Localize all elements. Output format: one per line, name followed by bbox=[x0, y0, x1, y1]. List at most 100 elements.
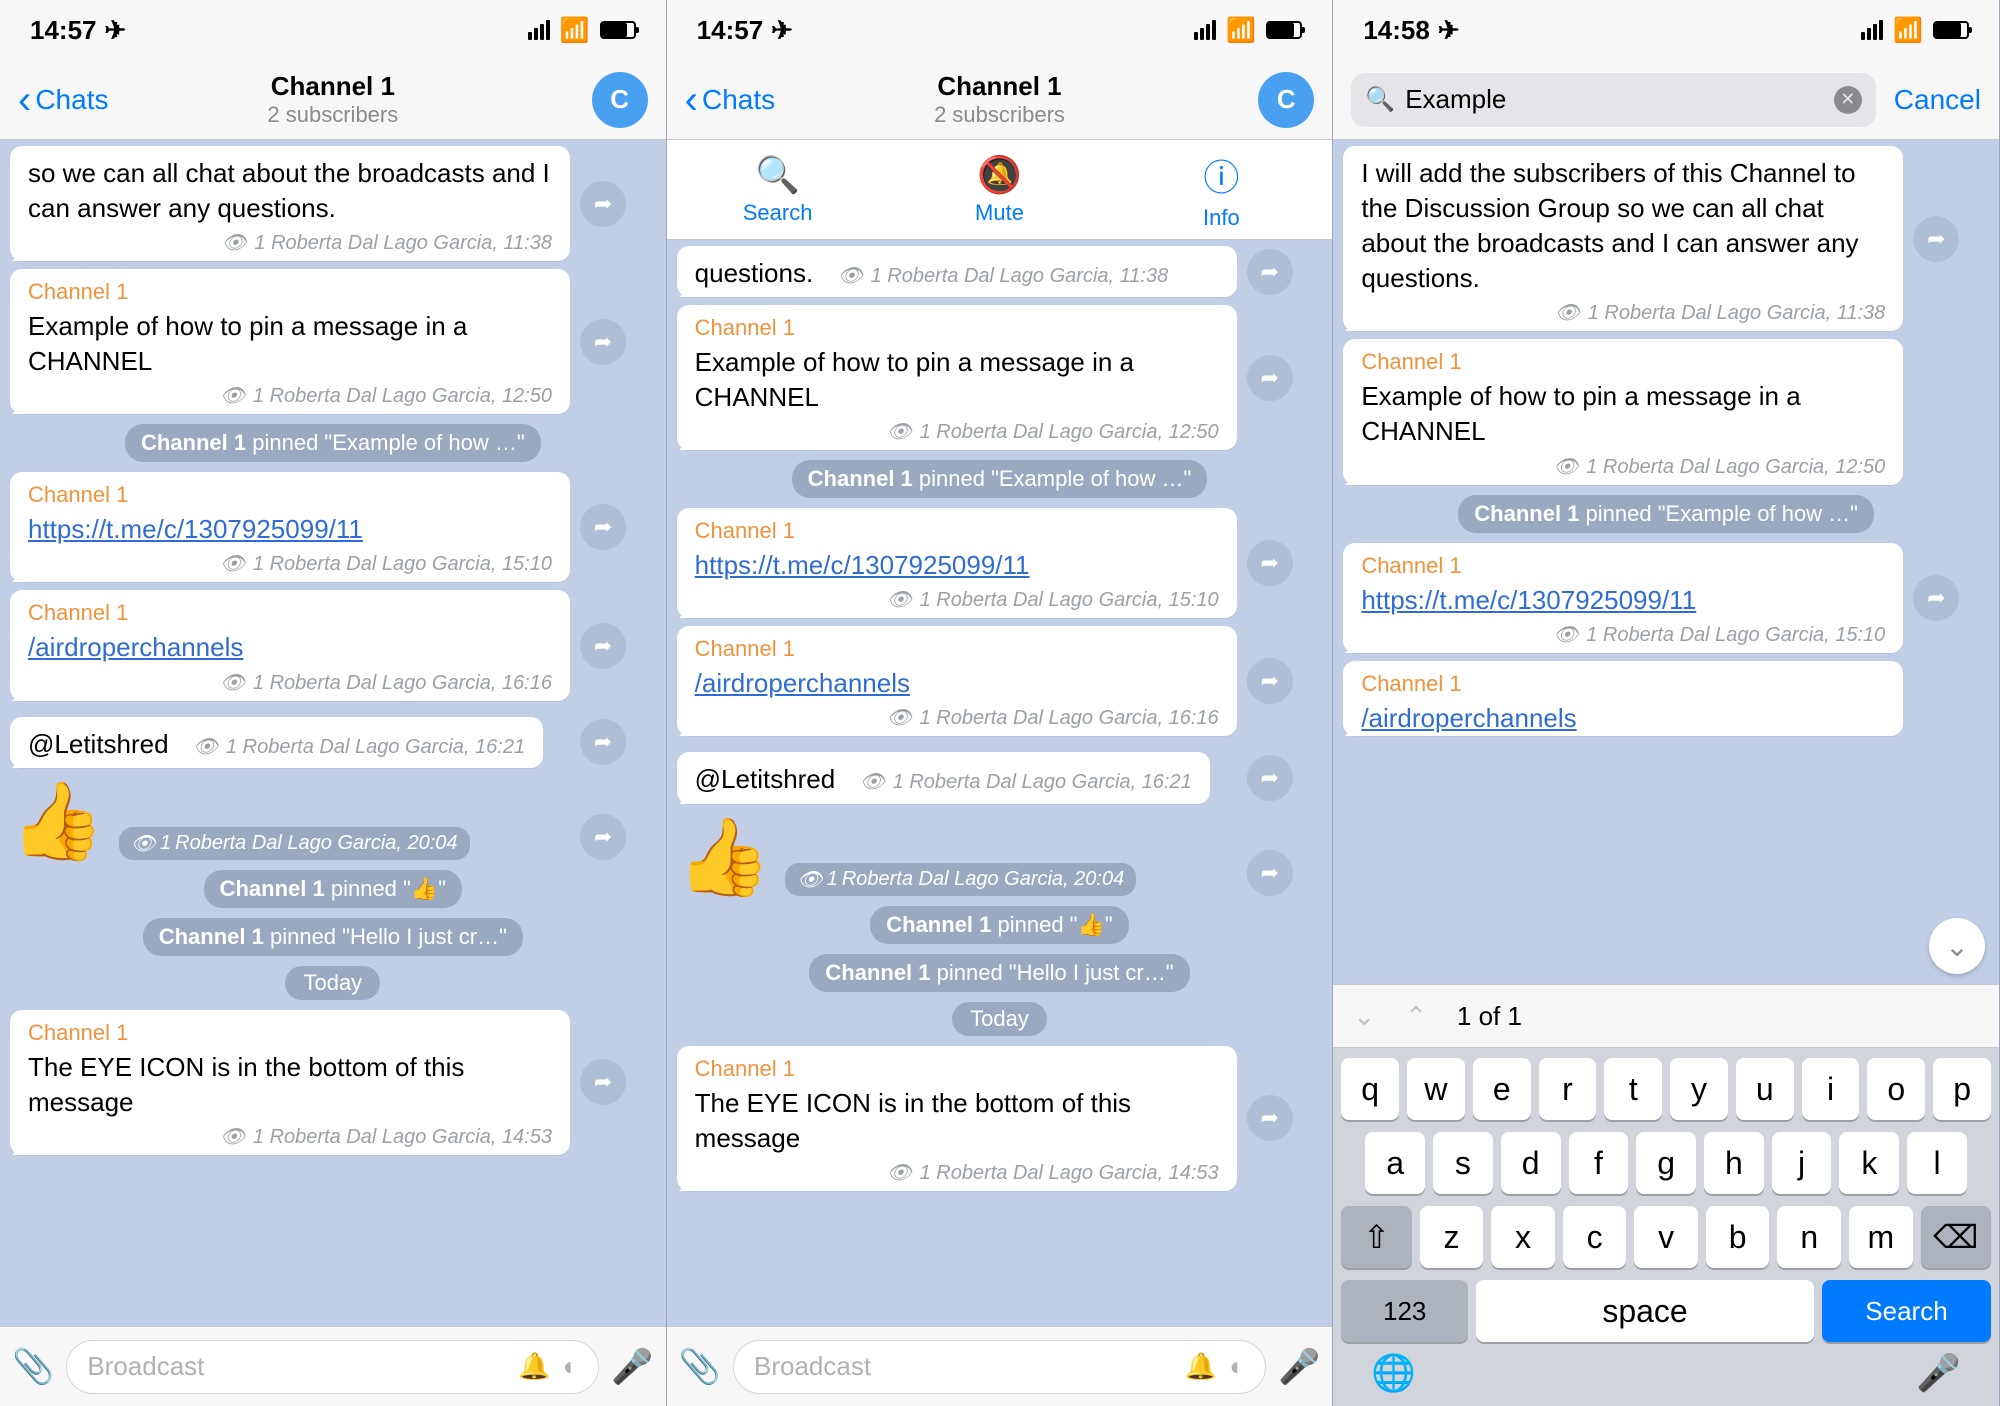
message-link[interactable]: https://t.me/c/1307925099/11 bbox=[28, 514, 363, 544]
share-button[interactable]: ➦ bbox=[580, 623, 626, 669]
chat-area[interactable]: I will add the subscribers of this Chann… bbox=[1333, 140, 1999, 984]
share-button[interactable]: ➦ bbox=[580, 181, 626, 227]
key-o[interactable]: o bbox=[1867, 1058, 1925, 1120]
message-link[interactable]: /airdroperchannels bbox=[1361, 703, 1576, 733]
share-button[interactable]: ➦ bbox=[1247, 1095, 1293, 1141]
compose-input[interactable]: Broadcast 🔔◐ bbox=[733, 1340, 1266, 1394]
key-u[interactable]: u bbox=[1736, 1058, 1794, 1120]
menu-info[interactable]: ⓘInfo bbox=[1110, 140, 1332, 239]
message[interactable]: Channel 1 Example of how to pin a messag… bbox=[10, 269, 570, 414]
numeric-key[interactable]: 123 bbox=[1341, 1280, 1468, 1342]
key-h[interactable]: h bbox=[1704, 1132, 1764, 1194]
key-q[interactable]: q bbox=[1341, 1058, 1399, 1120]
result-next-button[interactable]: ⌄ bbox=[1353, 1001, 1375, 1032]
attach-icon[interactable]: 📎 bbox=[12, 1347, 54, 1387]
message[interactable]: Channel 1 Example of how to pin a messag… bbox=[677, 305, 1237, 450]
key-z[interactable]: z bbox=[1420, 1206, 1484, 1268]
nav-title[interactable]: Channel 1 2 subscribers bbox=[267, 71, 398, 128]
message[interactable]: questions. 👁 1 Roberta Dal Lago Garcia, … bbox=[677, 246, 1237, 297]
key-j[interactable]: j bbox=[1772, 1132, 1832, 1194]
backspace-key[interactable]: ⌫ bbox=[1921, 1206, 1991, 1268]
attach-icon[interactable]: 📎 bbox=[679, 1347, 721, 1387]
share-button[interactable]: ➦ bbox=[580, 319, 626, 365]
message-link[interactable]: https://t.me/c/1307925099/11 bbox=[1361, 585, 1696, 615]
service-message[interactable]: Channel 1 pinned "👍" bbox=[204, 870, 462, 908]
key-d[interactable]: d bbox=[1501, 1132, 1561, 1194]
share-button[interactable]: ➦ bbox=[1247, 540, 1293, 586]
key-m[interactable]: m bbox=[1849, 1206, 1913, 1268]
notify-icon[interactable]: 🔔 bbox=[518, 1351, 550, 1382]
share-button[interactable]: ➦ bbox=[1247, 850, 1293, 896]
key-t[interactable]: t bbox=[1604, 1058, 1662, 1120]
service-message[interactable]: Channel 1 pinned "Hello I just cr…" bbox=[809, 954, 1189, 992]
key-r[interactable]: r bbox=[1539, 1058, 1597, 1120]
share-button[interactable]: ➦ bbox=[580, 719, 626, 765]
search-input[interactable] bbox=[1405, 84, 1824, 115]
key-p[interactable]: p bbox=[1933, 1058, 1991, 1120]
service-message[interactable]: Channel 1 pinned "Example of how …" bbox=[1458, 495, 1874, 533]
message[interactable]: Channel 1 /airdroperchannels 👁 1 Roberta… bbox=[10, 590, 570, 700]
message[interactable]: @Letitshred 👁 1 Roberta Dal Lago Garcia,… bbox=[10, 717, 543, 768]
globe-icon[interactable]: 🌐 bbox=[1371, 1352, 1416, 1394]
key-k[interactable]: k bbox=[1839, 1132, 1899, 1194]
service-message[interactable]: Channel 1 pinned "👍" bbox=[870, 906, 1128, 944]
mic-icon[interactable]: 🎤 bbox=[1916, 1352, 1961, 1394]
message-emoji[interactable]: 👍 👁1 Roberta Dal Lago Garcia, 20:04 ➦ bbox=[677, 820, 1237, 896]
key-e[interactable]: e bbox=[1473, 1058, 1531, 1120]
share-button[interactable]: ➦ bbox=[1913, 216, 1959, 262]
message[interactable]: Channel 1 Example of how to pin a messag… bbox=[1343, 339, 1903, 484]
nav-title[interactable]: Channel 12 subscribers bbox=[934, 71, 1065, 128]
message[interactable]: Channel 1 https://t.me/c/1307925099/11 👁… bbox=[1343, 543, 1903, 653]
message[interactable]: so we can all chat about the broadcasts … bbox=[10, 146, 570, 261]
share-button[interactable]: ➦ bbox=[1247, 658, 1293, 704]
key-i[interactable]: i bbox=[1802, 1058, 1860, 1120]
back-button[interactable]: ‹Chats bbox=[18, 80, 108, 120]
service-message[interactable]: Channel 1 pinned "Example of how …" bbox=[792, 460, 1208, 498]
message[interactable]: Channel 1 https://t.me/c/1307925099/11 👁… bbox=[10, 472, 570, 582]
message[interactable]: I will add the subscribers of this Chann… bbox=[1343, 146, 1903, 331]
channel-avatar[interactable]: C bbox=[1258, 72, 1314, 128]
result-prev-button[interactable]: ⌃ bbox=[1405, 1001, 1427, 1032]
channel-avatar[interactable]: C bbox=[592, 72, 648, 128]
message-emoji[interactable]: 👍 👁1 Roberta Dal Lago Garcia, 20:04 ➦ bbox=[10, 784, 570, 860]
key-a[interactable]: a bbox=[1365, 1132, 1425, 1194]
message-link[interactable]: https://t.me/c/1307925099/11 bbox=[695, 550, 1030, 580]
key-l[interactable]: l bbox=[1907, 1132, 1967, 1194]
message[interactable]: @Letitshred 👁 1 Roberta Dal Lago Garcia,… bbox=[677, 752, 1210, 803]
key-c[interactable]: c bbox=[1563, 1206, 1627, 1268]
key-g[interactable]: g bbox=[1636, 1132, 1696, 1194]
notify-icon[interactable]: 🔔 bbox=[1185, 1351, 1217, 1382]
space-key[interactable]: space bbox=[1476, 1280, 1814, 1342]
timer-icon[interactable]: ◐ bbox=[1229, 1351, 1245, 1382]
menu-search[interactable]: 🔍Search bbox=[667, 140, 889, 239]
shift-key[interactable]: ⇧ bbox=[1341, 1206, 1411, 1268]
share-button[interactable]: ➦ bbox=[580, 1059, 626, 1105]
message[interactable]: Channel 1 The EYE ICON is in the bottom … bbox=[10, 1010, 570, 1155]
mic-icon[interactable]: 🎤 bbox=[611, 1347, 653, 1387]
share-button[interactable]: ➦ bbox=[580, 814, 626, 860]
share-button[interactable]: ➦ bbox=[1913, 575, 1959, 621]
scroll-down-button[interactable]: ⌄ bbox=[1929, 918, 1985, 974]
key-v[interactable]: v bbox=[1634, 1206, 1698, 1268]
key-n[interactable]: n bbox=[1777, 1206, 1841, 1268]
message[interactable]: Channel 1 https://t.me/c/1307925099/11 👁… bbox=[677, 508, 1237, 618]
share-button[interactable]: ➦ bbox=[1247, 249, 1293, 295]
menu-mute[interactable]: 🔕Mute bbox=[889, 140, 1111, 239]
clear-search-button[interactable]: ✕ bbox=[1834, 86, 1862, 114]
message-link[interactable]: /airdroperchannels bbox=[28, 632, 243, 662]
back-button[interactable]: ‹Chats bbox=[685, 80, 775, 120]
chat-area[interactable]: questions. 👁 1 Roberta Dal Lago Garcia, … bbox=[667, 240, 1333, 1326]
chat-area[interactable]: so we can all chat about the broadcasts … bbox=[0, 140, 666, 1326]
message-link[interactable]: /airdroperchannels bbox=[695, 668, 910, 698]
key-y[interactable]: y bbox=[1670, 1058, 1728, 1120]
compose-input[interactable]: Broadcast 🔔◐ bbox=[66, 1340, 599, 1394]
search-box[interactable]: 🔍 ✕ bbox=[1351, 73, 1875, 127]
timer-icon[interactable]: ◐ bbox=[563, 1351, 579, 1382]
key-x[interactable]: x bbox=[1491, 1206, 1555, 1268]
message[interactable]: Channel 1 /airdroperchannels bbox=[1343, 661, 1903, 736]
mic-icon[interactable]: 🎤 bbox=[1278, 1347, 1320, 1387]
share-button[interactable]: ➦ bbox=[1247, 355, 1293, 401]
search-key[interactable]: Search bbox=[1822, 1280, 1991, 1342]
service-message[interactable]: Channel 1 pinned "Hello I just cr…" bbox=[143, 918, 523, 956]
key-w[interactable]: w bbox=[1407, 1058, 1465, 1120]
